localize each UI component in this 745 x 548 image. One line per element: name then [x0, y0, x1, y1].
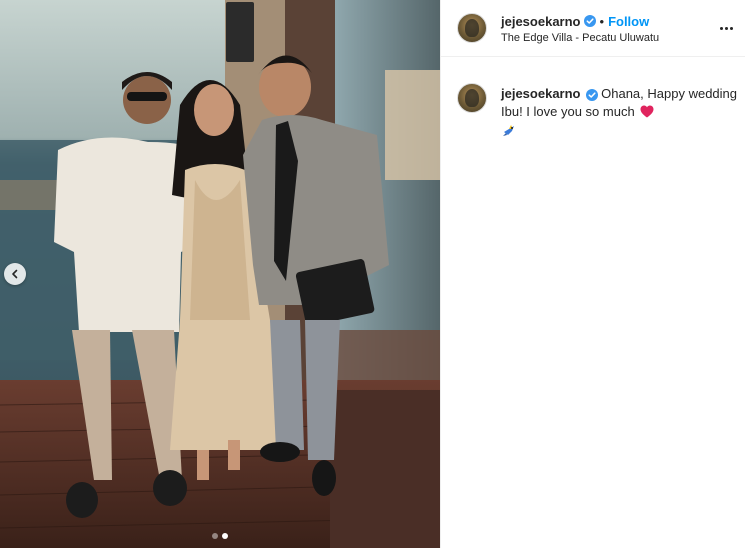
carousel-dot	[212, 533, 218, 539]
post-sidebar: jejesoekarno • Follow The Edge Villa - P…	[440, 0, 745, 548]
red-heart-icon	[640, 105, 654, 118]
post-header: jejesoekarno • Follow The Edge Villa - P…	[441, 0, 745, 57]
caption-username-link[interactable]: jejesoekarno	[501, 86, 581, 101]
post-photo[interactable]	[0, 0, 440, 548]
post-header-text: jejesoekarno • Follow The Edge Villa - P…	[501, 13, 721, 45]
separator-dot: •	[599, 13, 605, 29]
chevron-left-icon	[12, 269, 18, 279]
group-photo-image	[0, 0, 440, 548]
carousel-prev-button[interactable]	[4, 263, 26, 285]
location-link[interactable]: The Edge Villa - Pecatu Uluwatu	[501, 32, 721, 44]
avatar[interactable]	[457, 83, 487, 113]
username-link[interactable]: jejesoekarno	[501, 14, 581, 29]
caption-text: jejesoekarno Ohana, Happy wedding Ibu! I…	[501, 85, 737, 139]
follow-button[interactable]: Follow	[608, 14, 649, 29]
bird-emoji-icon	[503, 125, 514, 136]
more-options-icon	[719, 26, 723, 30]
verified-badge-icon	[585, 88, 598, 101]
more-options-button[interactable]	[716, 18, 736, 38]
avatar[interactable]	[457, 13, 487, 43]
carousel-indicator	[0, 533, 440, 539]
carousel-dot-active	[222, 533, 228, 539]
verified-badge-icon	[583, 15, 596, 27]
